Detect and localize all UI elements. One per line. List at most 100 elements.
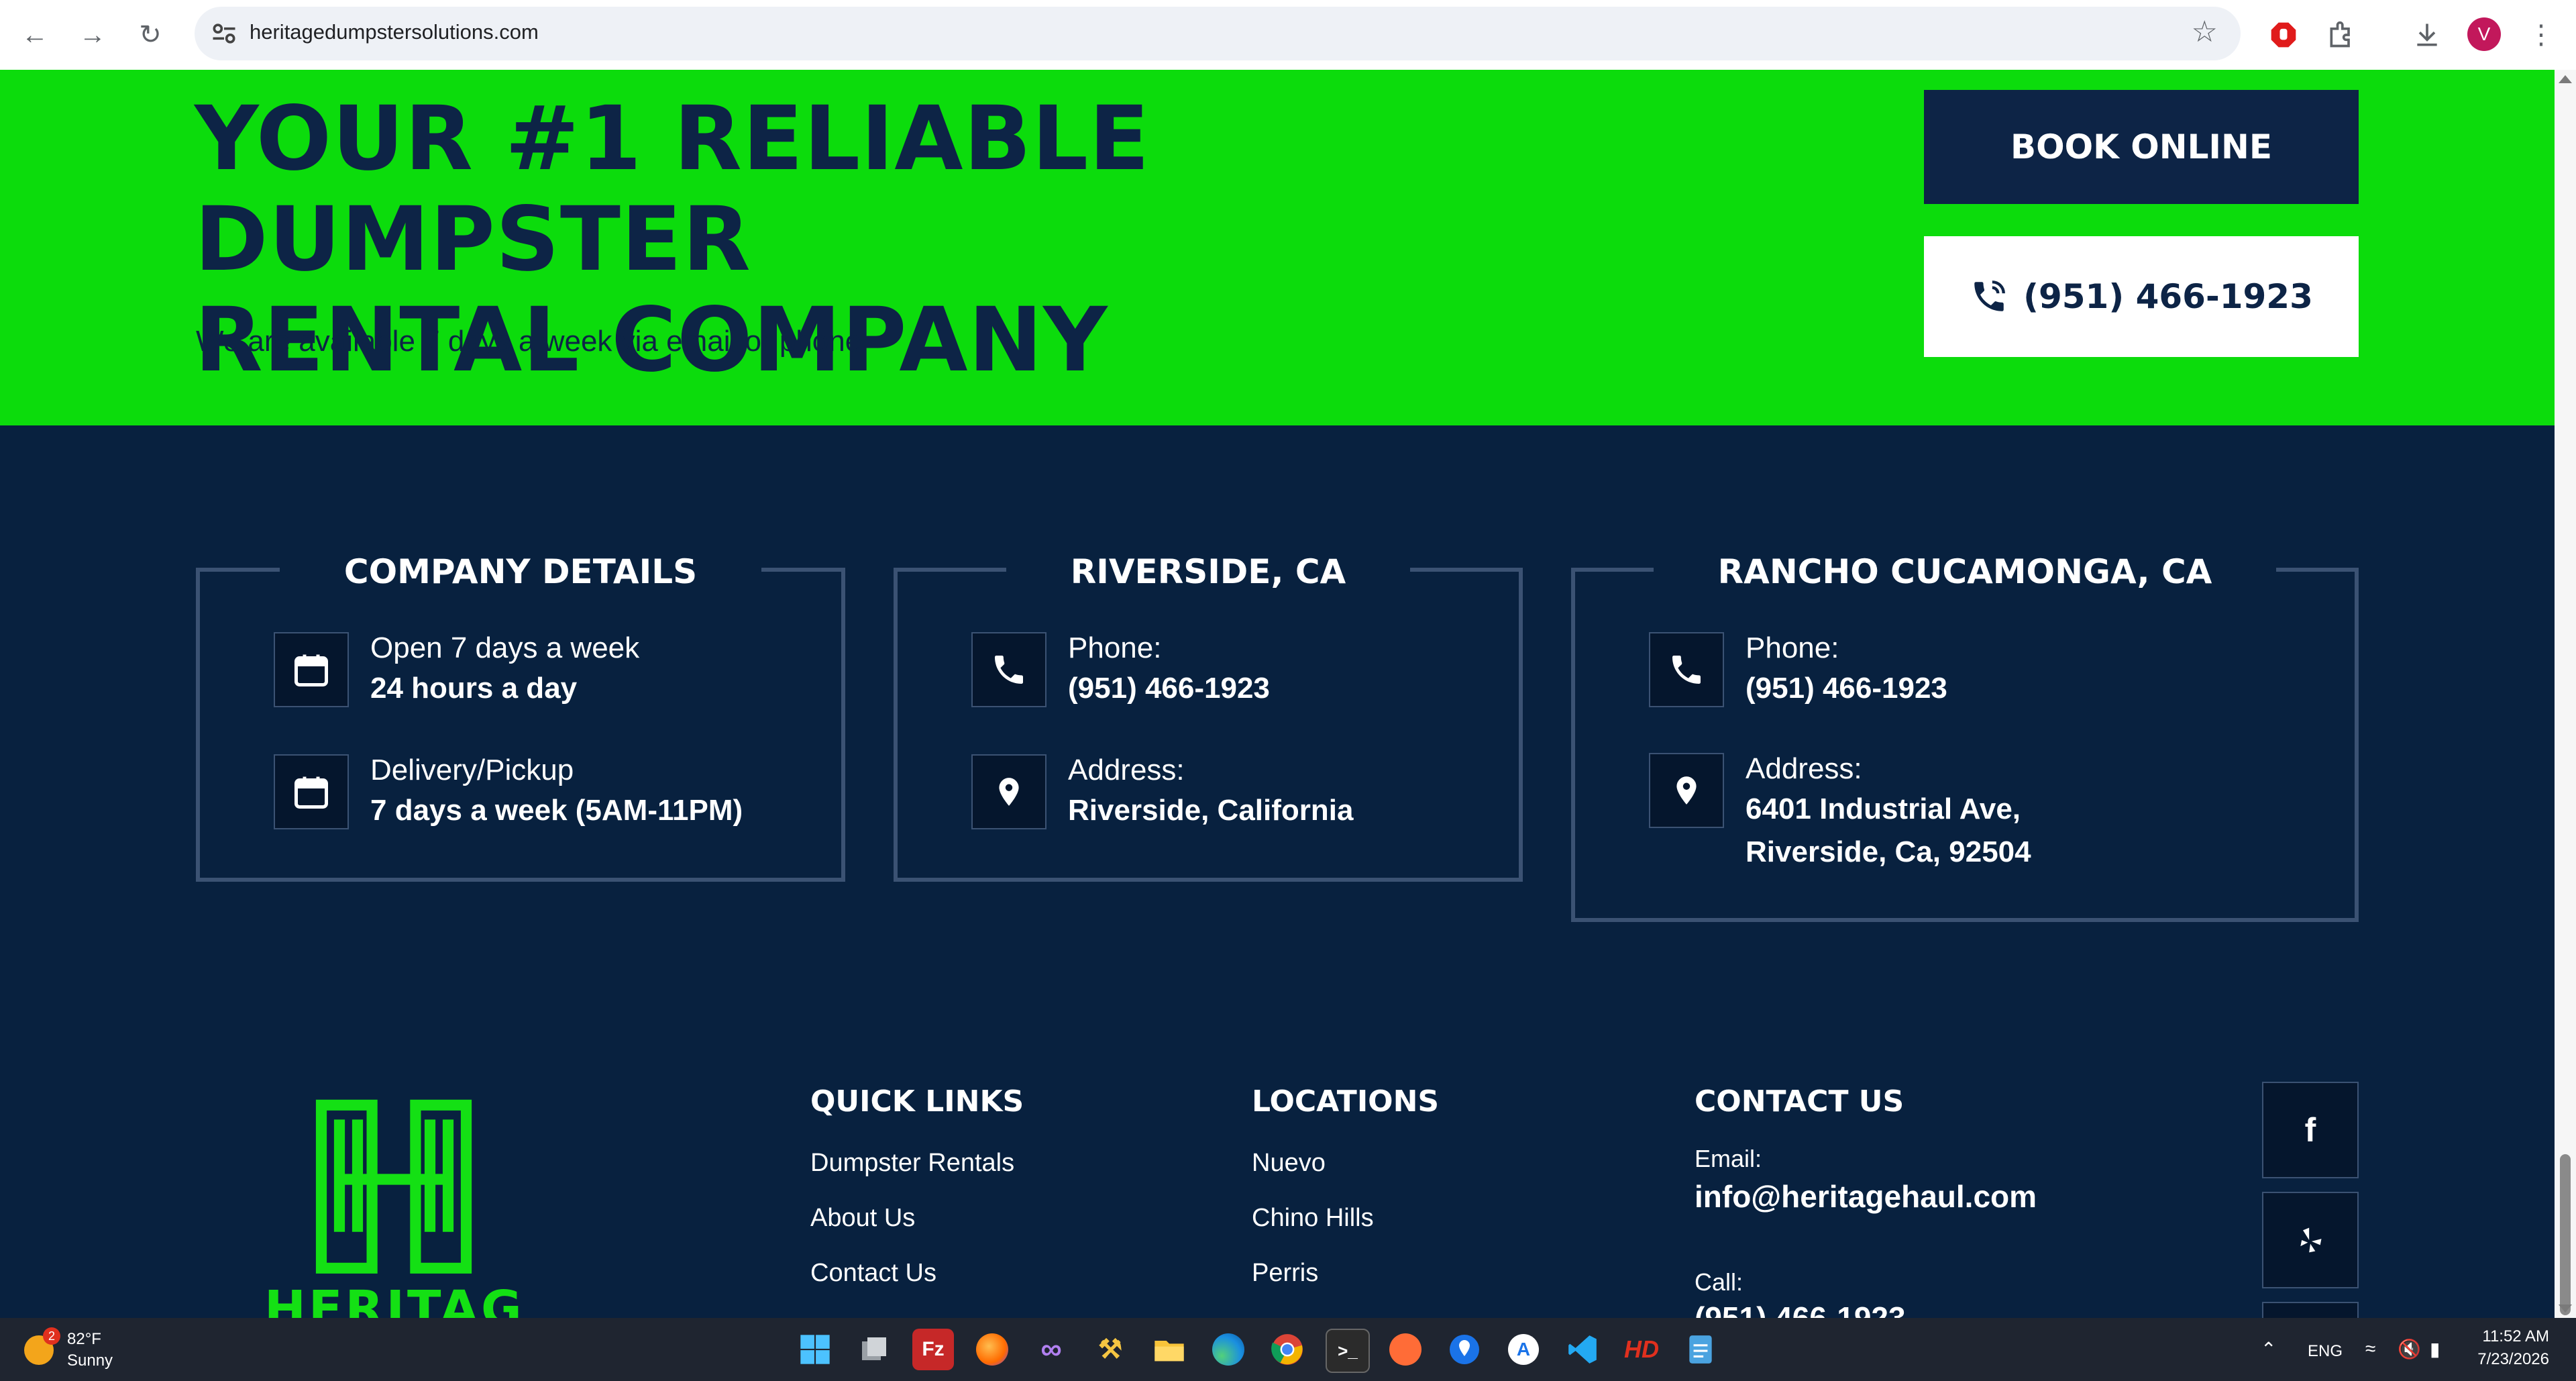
page-scrollbar[interactable]: [2555, 70, 2576, 1318]
hero-subtitle: We are available 7 days a week via email…: [196, 325, 862, 358]
rancho-address-row: Address: 6401 Industrial Ave, Riverside,…: [1649, 752, 2031, 874]
footer-link-contact-us[interactable]: Contact Us: [810, 1259, 936, 1288]
delivery-value: 7 days a week (5AM-11PM): [370, 794, 743, 827]
chrome-icon[interactable]: [1267, 1329, 1308, 1370]
email-label: Email:: [1695, 1145, 1762, 1172]
email-value[interactable]: info@heritagehaul.com: [1695, 1178, 2037, 1215]
riverside-phone-value[interactable]: (951) 466-1923: [1068, 667, 1270, 710]
calendar-icon: [274, 754, 349, 829]
rancho-phone-label: Phone:: [1746, 631, 1839, 664]
locations-heading: LOCATIONS: [1252, 1084, 1440, 1119]
social-button-partial[interactable]: [2262, 1302, 2359, 1318]
hero-banner: YOUR #1 RELIABLE DUMPSTER RENTAL COMPANY…: [0, 70, 2555, 425]
terminal-icon[interactable]: >_: [1326, 1329, 1370, 1373]
scroll-thumb[interactable]: [2560, 1154, 2571, 1315]
task-view-icon[interactable]: [853, 1329, 895, 1370]
downloads-icon[interactable]: [2408, 16, 2446, 54]
language-indicator[interactable]: ENG: [2308, 1342, 2343, 1361]
footer-link-dumpster-rentals[interactable]: Dumpster Rentals: [810, 1149, 1014, 1178]
hours-label: Open 7 days a week: [370, 631, 640, 664]
riverside-address-value: Riverside, California: [1068, 794, 1354, 827]
bookmark-star-icon[interactable]: ☆: [2192, 15, 2218, 49]
footer-link-about-us[interactable]: About Us: [810, 1204, 915, 1233]
riverside-phone-label: Phone:: [1068, 631, 1162, 664]
company-details-title: COMPANY DETAILS: [279, 552, 762, 591]
url-text[interactable]: heritagedumpstersolutions.com: [250, 20, 539, 44]
rancho-phone-row: Phone: (951) 466-1923: [1649, 631, 1947, 710]
weather-temp: 82°F: [67, 1330, 101, 1348]
rancho-address-line2: Riverside, Ca, 92504: [1746, 835, 2031, 868]
firefox-icon[interactable]: [971, 1329, 1013, 1370]
filezilla-icon[interactable]: Fz: [912, 1329, 954, 1370]
call-phone-button[interactable]: (951) 466-1923: [1924, 236, 2359, 357]
a-app-icon[interactable]: A: [1503, 1329, 1544, 1370]
windows-taskbar: 2 82°F Sunny Fz ∞ ⚒ >_ A HD ⌃ ENG ≈ 🔇 ▮ …: [0, 1318, 2576, 1381]
back-icon[interactable]: ←: [15, 15, 55, 55]
tray-overflow-icon[interactable]: ⌃: [2261, 1338, 2276, 1360]
delivery-label: Delivery/Pickup: [370, 754, 574, 786]
browser-menu-icon[interactable]: ⋮: [2522, 16, 2560, 54]
call-value-wrap: (951) 466-1923: [1695, 1298, 1906, 1318]
facebook-icon[interactable]: f: [2262, 1082, 2359, 1178]
phone-icon: [1649, 632, 1724, 707]
visual-studio-icon[interactable]: ∞: [1030, 1329, 1072, 1370]
battery-icon[interactable]: ▮: [2430, 1338, 2440, 1360]
postman-icon[interactable]: [1385, 1329, 1426, 1370]
vscode-icon[interactable]: [1562, 1329, 1603, 1370]
footer-location-perris[interactable]: Perris: [1252, 1259, 1318, 1288]
rancho-address-line1: 6401 Industrial Ave,: [1746, 792, 2021, 825]
book-online-button[interactable]: BOOK ONLINE: [1924, 90, 2359, 204]
hours-value: 24 hours a day: [370, 672, 578, 705]
scroll-up-icon[interactable]: [2559, 75, 2572, 83]
forward-icon[interactable]: →: [72, 15, 113, 55]
tools-icon[interactable]: ⚒: [1089, 1329, 1131, 1370]
notepad-icon[interactable]: [1680, 1329, 1721, 1370]
footer-location-chino-hills[interactable]: Chino Hills: [1252, 1204, 1374, 1233]
yelp-icon[interactable]: [2262, 1192, 2359, 1288]
riverside-address-row: Address: Riverside, California: [971, 754, 1353, 832]
phone-call-icon: [1974, 280, 2006, 311]
footer-logo[interactable]: HERITAGE: [263, 1098, 525, 1318]
browser-toolbar: ← → ↻ heritagedumpstersolutions.com ☆ V …: [0, 0, 2576, 70]
rancho-card: RANCHO CUCAMONGA, CA Phone: (951) 466-19…: [1571, 552, 2359, 922]
heritage-logo-text: HERITAGE: [264, 1280, 525, 1318]
clock-time[interactable]: 11:52 AM: [2475, 1327, 2549, 1346]
wifi-icon[interactable]: ≈: [2365, 1338, 2375, 1360]
rancho-phone-value[interactable]: (951) 466-1923: [1746, 667, 1947, 710]
speaker-muted-icon[interactable]: 🔇: [2398, 1338, 2421, 1360]
phone-button-label: (951) 466-1923: [2023, 277, 2313, 316]
riverside-title: RIVERSIDE, CA: [1006, 552, 1411, 591]
maps-app-icon[interactable]: [1444, 1329, 1485, 1370]
company-details-card: COMPANY DETAILS Open 7 days a week 24 ho…: [196, 552, 845, 882]
call-value[interactable]: (951) 466-1923: [1695, 1298, 1906, 1318]
hours-row: Open 7 days a week 24 hours a day: [274, 631, 640, 710]
site-info-icon[interactable]: [209, 19, 239, 48]
quick-links-heading: QUICK LINKS: [810, 1084, 1024, 1119]
edge-icon[interactable]: [1208, 1329, 1249, 1370]
calendar-icon: [274, 632, 349, 707]
scroll-down-icon[interactable]: [2559, 1305, 2572, 1313]
riverside-address-label: Address:: [1068, 754, 1185, 786]
call-label: Call:: [1695, 1268, 1743, 1296]
weather-widget[interactable]: 2 82°F Sunny: [24, 1327, 145, 1372]
file-explorer-icon[interactable]: [1148, 1329, 1190, 1370]
delivery-row: Delivery/Pickup 7 days a week (5AM-11PM): [274, 754, 743, 832]
hd-app-icon[interactable]: HD: [1621, 1329, 1662, 1370]
footer-location-nuevo[interactable]: Nuevo: [1252, 1149, 1326, 1178]
weather-badge: 2: [43, 1327, 60, 1345]
adblock-extension-icon[interactable]: [2265, 16, 2302, 54]
heritage-logo-mark: [315, 1099, 472, 1274]
reload-icon[interactable]: ↻: [130, 15, 170, 55]
rancho-title: RANCHO CUCAMONGA, CA: [1653, 552, 2277, 591]
weather-desc: Sunny: [67, 1351, 113, 1370]
riverside-card: RIVERSIDE, CA Phone: (951) 466-1923 Addr…: [894, 552, 1523, 882]
address-bar[interactable]: heritagedumpstersolutions.com ☆: [195, 7, 2241, 60]
rancho-address-label: Address:: [1746, 752, 1862, 785]
map-pin-icon: [971, 754, 1046, 829]
extensions-icon[interactable]: [2322, 16, 2360, 54]
clock-date[interactable]: 7/23/2026: [2462, 1350, 2549, 1369]
riverside-phone-row: Phone: (951) 466-1923: [971, 631, 1270, 710]
windows-start-icon[interactable]: [794, 1329, 836, 1370]
profile-avatar[interactable]: V: [2467, 17, 2501, 51]
phone-icon: [971, 632, 1046, 707]
